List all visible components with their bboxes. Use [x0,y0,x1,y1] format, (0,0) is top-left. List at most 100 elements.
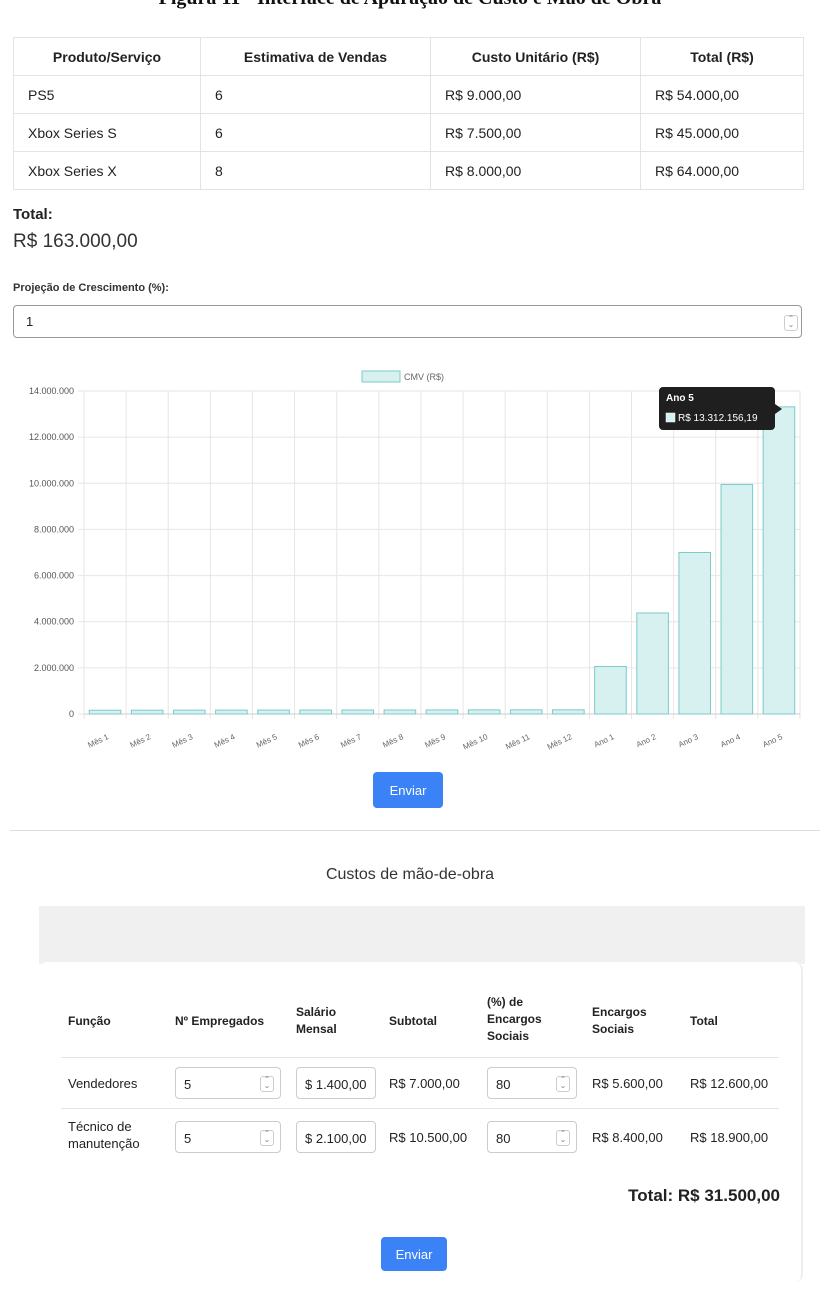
x-tick-label: Mês 7 [339,732,363,750]
header-encargos-pct: (%) de Encargos Sociais [487,995,542,1043]
y-tick-label: 8.000.000 [34,524,74,534]
card-header-band [39,906,805,964]
total-value: R$ 163.000,00 [13,231,138,252]
stepper-icon[interactable]: ⌃ ⌄ [260,1076,274,1092]
cell-subtotal: R$ 10.500,00 [389,1130,468,1145]
table-cell: R$ 64.000,00 [640,151,804,190]
table-cell: Xbox Series S [13,113,201,152]
tooltip-title: Ano 5 [666,393,694,404]
x-tick-label: Ano 1 [593,732,616,749]
input-value: $ 2.100,00 [305,1131,367,1146]
bar [257,709,290,715]
stepper-icon[interactable]: ⌃ ⌄ [556,1076,570,1092]
input-value: 80 [496,1077,511,1092]
table-cell: 6 [200,113,431,152]
table-cell: Xbox Series X [13,151,201,190]
header-subtotal: Subtotal [389,1014,437,1028]
bar [173,709,206,715]
stepper-icon[interactable]: ⌃ ⌄ [784,315,798,331]
bar [509,709,543,715]
bar [299,709,332,715]
y-tick-label: 14.000.000 [29,386,74,396]
input-value: $ 1.400,00 [305,1077,367,1092]
section-divider [10,830,820,831]
y-tick-label: 10.000.000 [29,478,74,488]
figure-title: Figura 11 - Interface de Apuração de Cus… [0,0,820,10]
stepper-icon[interactable]: ⌃ ⌄ [260,1130,274,1146]
growth-label: Projeção de Crescimento (%): [13,282,169,294]
encargos-pct-input[interactable]: 80 ⌃ ⌄ [487,1121,577,1153]
bar [552,709,585,715]
growth-input[interactable]: 1 ⌃ ⌄ [13,305,802,338]
y-tick-label: 12.000.000 [29,432,74,442]
bar [594,665,627,715]
col-header: Produto/Serviço [13,37,201,76]
bar [678,552,711,715]
employees-input[interactable]: 5 ⌃ ⌄ [175,1121,281,1153]
y-tick-label: 4.000.000 [34,617,74,627]
labor-card [39,962,803,1282]
x-tick-label: Ano 4 [719,732,742,749]
cell-total: R$ 12.600,00 [690,1076,769,1091]
cell-encargos: R$ 8.400,00 [592,1130,663,1145]
row-divider [61,1057,779,1058]
y-tick-label: 2.000.000 [34,663,74,673]
cell-subtotal: R$ 7.000,00 [389,1076,460,1091]
cell-encargos: R$ 5.600,00 [592,1076,663,1091]
bar [383,709,417,715]
cmv-bar-chart: 0 2.000.000 4.000.000 6.000.000 8.000.000 10.… [29,370,801,752]
bar [88,709,122,715]
x-tick-label: Mês 6 [297,732,321,750]
cell-total: R$ 18.900,00 [690,1130,769,1145]
bar [762,406,796,715]
header-total: Total [690,1014,718,1028]
salary-input[interactable]: $ 1.400,00 [296,1067,376,1099]
bar [130,709,164,715]
bar [341,709,375,715]
bar [636,612,669,715]
table-cell: 8 [200,151,431,190]
y-tick-label: 0 [69,709,74,719]
col-header: Total (R$) [640,37,804,76]
bar [720,483,754,715]
x-tick-label: Mês 12 [546,732,574,751]
tooltip-value: R$ 13.312.156,19 [678,413,758,424]
table-cell: R$ 7.500,00 [430,113,641,152]
header-funcao: Função [68,1014,111,1028]
salary-input[interactable]: $ 2.100,00 [296,1121,376,1153]
table-cell: R$ 45.000,00 [640,113,804,152]
tooltip-swatch [665,412,676,423]
products-table: Produto/Serviço Estimativa de Vendas Cus… [13,37,804,190]
total-label: Total: [13,206,53,223]
x-tick-label: Mês 8 [381,732,405,750]
table-row: Xbox Series S 6 R$ 7.500,00 R$ 45.000,00 [13,113,804,152]
legend-label: CMV (R$) [404,372,444,382]
employees-input[interactable]: 5 ⌃ ⌄ [175,1067,281,1099]
x-tick-label: Ano 5 [761,732,784,749]
col-header: Estimativa de Vendas [200,37,431,76]
submit-labor-button[interactable]: Enviar [381,1237,447,1271]
x-tick-label: Mês 4 [213,732,237,750]
table-row: PS5 6 R$ 9.000,00 R$ 54.000,00 [13,75,804,114]
x-tick-label: Ano 3 [677,732,700,749]
x-tick-label: Ano 2 [635,732,658,749]
x-tick-label: Mês 3 [171,732,195,750]
x-tick-label: Mês 11 [504,732,532,751]
x-tick-label: Mês 5 [255,732,279,750]
x-tick-label: Mês 1 [86,732,110,750]
labor-section-title: Custos de mão-de-obra [325,866,495,883]
x-tick-label: Mês 10 [462,732,490,751]
col-header: Custo Unitário (R$) [430,37,641,76]
encargos-pct-input[interactable]: 80 ⌃ ⌄ [487,1067,577,1099]
cell-funcao: Técnico de manutenção [68,1119,140,1151]
table-cell: R$ 8.000,00 [430,151,641,190]
submit-button[interactable]: Enviar [373,772,443,808]
header-encargos: Encargos Sociais [592,1005,647,1036]
table-cell: R$ 9.000,00 [430,75,641,114]
bar [467,709,501,715]
stepper-icon[interactable]: ⌃ ⌄ [556,1130,570,1146]
header-empregados: Nº Empregados [175,1014,265,1028]
header-salario: Salário Mensal [296,1005,337,1036]
cell-funcao: Vendedores [68,1076,138,1091]
table-cell: PS5 [13,75,201,114]
